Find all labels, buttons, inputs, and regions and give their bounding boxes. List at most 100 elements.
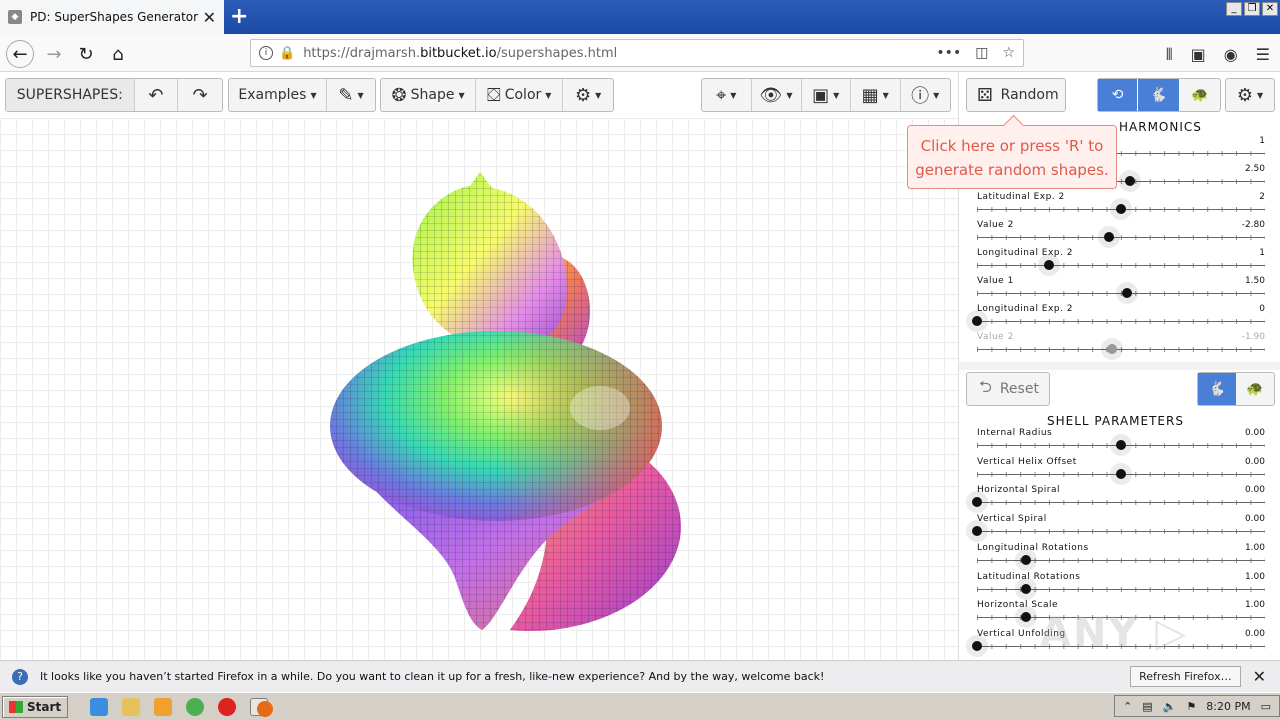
slider-track[interactable]	[977, 293, 1265, 294]
slider-knob[interactable]	[1121, 288, 1132, 298]
slider-knob[interactable]	[972, 640, 982, 651]
slider-track[interactable]	[977, 502, 1265, 504]
volume-icon[interactable]: 🔈	[1163, 700, 1177, 713]
slider-knob[interactable]	[1116, 440, 1126, 450]
clock[interactable]: 8:20 PM	[1206, 700, 1250, 713]
slider-vertical-spiral[interactable]: Vertical Spiral 0.00	[972, 514, 1265, 542]
slider-value-2[interactable]: Value 2 -2.80	[977, 220, 1265, 248]
slider-knob[interactable]	[1116, 204, 1126, 214]
media-player-icon[interactable]	[154, 697, 173, 716]
examples-button[interactable]: Examples ▼	[229, 79, 327, 111]
ie-icon[interactable]	[90, 697, 109, 716]
navigation-bar: ← → ↻ ⌂ i 🔒 https://drajmarsh.bitbucket.…	[0, 34, 1280, 72]
shape-color-group: ❂ Shape ▼ ⛋ Color ▼ ⚙ ▼	[380, 78, 614, 112]
url-bar[interactable]: i 🔒 https://drajmarsh.bitbucket.io/super…	[250, 39, 1024, 67]
slider-track[interactable]	[977, 237, 1265, 238]
chrome-icon[interactable]	[186, 697, 205, 716]
slider-knob[interactable]	[1020, 583, 1031, 594]
slider-track[interactable]	[977, 321, 1265, 322]
new-tab-icon[interactable]: +	[230, 4, 248, 29]
firefox-taskbar-button[interactable]	[250, 697, 274, 717]
slider-knob[interactable]	[1124, 176, 1135, 186]
bookmark-star-icon[interactable]: ☆	[1002, 45, 1015, 61]
shell-slow-button[interactable]: 🐢	[1236, 373, 1274, 405]
pocket-icon[interactable]: ◫	[975, 45, 988, 61]
slider-value-1[interactable]: Value 1 1.50	[977, 276, 1265, 304]
random-button[interactable]: ⚄ Random	[966, 78, 1066, 112]
home-icon[interactable]: ⌂	[104, 40, 132, 68]
site-info-icon[interactable]: i	[259, 46, 273, 60]
slider-vertical-helix-offset[interactable]: Vertical Helix Offset 0.00	[977, 457, 1265, 485]
refresh-firefox-button[interactable]: Refresh Firefox…	[1130, 666, 1241, 687]
info-button[interactable]: ⓘ ▼	[901, 79, 950, 111]
speed-toggle-group: ⟲ 🐇 🐢	[1097, 78, 1221, 112]
menu-icon[interactable]: ☰	[1256, 45, 1270, 65]
tray-expand-icon[interactable]: ⌃	[1123, 700, 1132, 713]
slider-track[interactable]	[977, 349, 1265, 350]
url-text[interactable]: https://drajmarsh.bitbucket.io/supershap…	[303, 46, 936, 61]
slider-knob[interactable]	[972, 526, 982, 537]
viewport-canvas[interactable]	[0, 118, 958, 660]
slider-knob[interactable]	[1104, 232, 1115, 242]
slider-knob[interactable]	[972, 497, 982, 508]
show-desktop-icon[interactable]: ▭	[1261, 700, 1271, 713]
reload-icon[interactable]: ↻	[72, 40, 100, 68]
reset-button[interactable]: ⮌ Reset	[966, 372, 1050, 406]
action-center-flag-icon[interactable]: ⚑	[1186, 700, 1196, 713]
visibility-button[interactable]: 👁 ▼	[752, 79, 802, 111]
slider-knob[interactable]	[972, 316, 982, 326]
supershape-render[interactable]	[0, 118, 958, 660]
slider-horizontal-spiral[interactable]: Horizontal Spiral 0.00	[972, 485, 1265, 513]
explorer-folder-icon[interactable]	[122, 697, 141, 716]
fast-mode-button[interactable]: 🐇	[1138, 79, 1180, 111]
shell-fast-button[interactable]: 🐇	[1198, 373, 1236, 405]
tooltip-line-1: Click here or press 'R' to	[920, 137, 1104, 155]
mesh-button[interactable]: ▦ ▼	[851, 79, 901, 111]
slow-mode-button[interactable]: 🐢	[1180, 79, 1220, 111]
slider-track[interactable]	[977, 265, 1265, 266]
slider-label: Internal Radius	[977, 428, 1053, 438]
network-icon[interactable]: ▤	[1142, 700, 1152, 713]
redo-button[interactable]: ↷	[178, 79, 222, 111]
shape-button[interactable]: ❂ Shape ▼	[381, 79, 477, 111]
slider-knob[interactable]	[1116, 468, 1126, 479]
slider-track[interactable]	[977, 531, 1265, 533]
edit-tools-button[interactable]: ✎ ▼	[327, 79, 375, 111]
page-actions-icon[interactable]: •••	[936, 45, 961, 61]
slider-longitudinal-exp-2[interactable]: Longitudinal Exp. 2 0	[972, 304, 1265, 332]
color-button[interactable]: ⛋ Color ▼	[476, 79, 564, 111]
slider-latitudinal-rotations[interactable]: Latitudinal Rotations 1.00	[977, 572, 1265, 600]
slider-value: 0.00	[1244, 428, 1265, 438]
opera-icon[interactable]	[218, 697, 237, 716]
close-window-icon[interactable]: ✕	[1262, 2, 1278, 16]
slider-label: Latitudinal Exp. 2	[977, 192, 1065, 202]
library-icon[interactable]: ⫴	[1166, 45, 1173, 65]
panel-settings-button[interactable]: ⚙ ▼	[1225, 78, 1275, 112]
sidebar-icon[interactable]: ▣	[1191, 45, 1206, 65]
orbit-mode-button[interactable]: ⟲	[1098, 79, 1138, 111]
browser-tab[interactable]: ◆ PD: SuperShapes Generator ✕	[0, 0, 224, 34]
gear-icon: ⚙	[1236, 84, 1253, 106]
close-tab-icon[interactable]: ✕	[203, 8, 216, 27]
close-notification-icon[interactable]: ✕	[1253, 667, 1266, 686]
start-button[interactable]: Start	[2, 695, 69, 718]
slider-knob[interactable]	[1107, 344, 1118, 354]
undo-button[interactable]: ↶	[135, 79, 179, 111]
slider-internal-radius[interactable]: Internal Radius 0.00	[977, 428, 1265, 456]
center-view-button[interactable]: ⌖ ▼	[702, 79, 752, 111]
slider-longitudinal-rotations[interactable]: Longitudinal Rotations 1.00	[977, 543, 1265, 571]
forward-icon[interactable]: →	[40, 40, 68, 68]
slider-value-2[interactable]: Value 2 -1.90	[977, 332, 1265, 360]
slider-latitudinal-exp-2[interactable]: Latitudinal Exp. 2 2	[977, 192, 1265, 220]
display-button[interactable]: ▣ ▼	[802, 79, 851, 111]
slider-knob[interactable]	[1020, 612, 1031, 623]
minimize-icon[interactable]: _	[1226, 2, 1242, 16]
account-icon[interactable]: ◉	[1224, 45, 1238, 65]
restore-icon[interactable]: ❐	[1244, 2, 1260, 16]
slider-longitudinal-exp-2[interactable]: Longitudinal Exp. 2 1	[977, 248, 1265, 276]
dice-icon: ⚄	[977, 84, 993, 106]
settings-button[interactable]: ⚙ ▼	[563, 79, 613, 111]
back-icon[interactable]: ←	[6, 40, 34, 68]
slider-knob[interactable]	[1020, 554, 1031, 565]
slider-knob[interactable]	[1044, 260, 1054, 270]
